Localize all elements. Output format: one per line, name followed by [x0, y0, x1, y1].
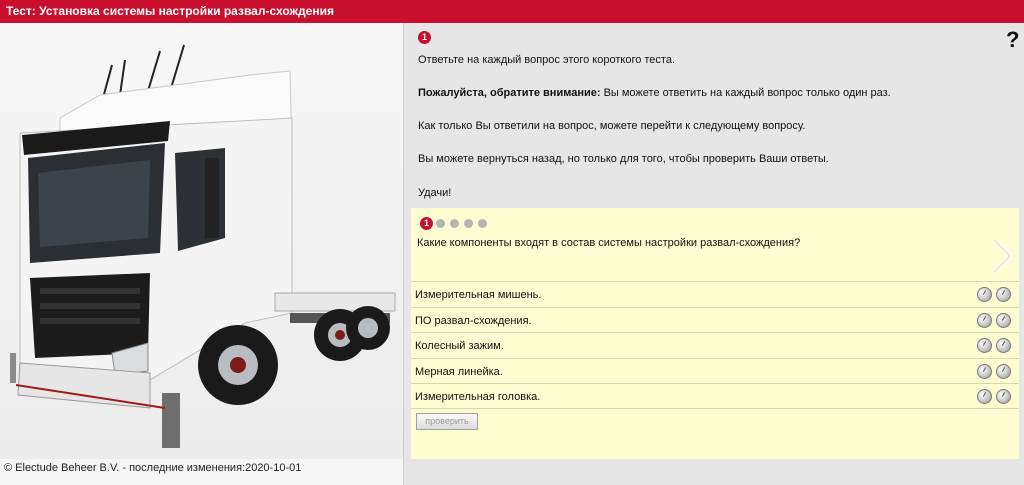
step-number-badge: 1	[418, 31, 431, 44]
answer-label: Измерительная мишень.	[415, 289, 542, 301]
test-content: 1 ? Ответьте на каждый вопрос этого коро…	[405, 23, 1024, 485]
window-title: Тест: Установка системы настройки развал…	[6, 4, 334, 18]
question-indicator[interactable]	[436, 219, 445, 228]
answer-incorrect-radio[interactable]	[996, 389, 1011, 405]
illustration-panel: © Electude Beheer B.V. - последние измен…	[0, 23, 404, 485]
answer-label: ПО развал-схождения.	[415, 314, 532, 327]
answer-row: ПО развал-схождения.	[411, 306, 1019, 333]
next-question-chevron-icon[interactable]	[988, 236, 1014, 276]
answer-correct-radio[interactable]	[977, 363, 992, 379]
truck-image	[0, 23, 403, 459]
answer-incorrect-radio[interactable]	[996, 363, 1011, 379]
window-title-bar: Тест: Установка системы настройки развал…	[0, 0, 1024, 23]
answer-correct-radio[interactable]	[977, 389, 992, 405]
question-indicator[interactable]	[478, 219, 487, 228]
help-icon[interactable]: ?	[1006, 27, 1019, 53]
answer-incorrect-radio[interactable]	[996, 312, 1011, 328]
question-text: Какие компоненты входят в состав системы…	[417, 237, 801, 249]
answer-row: Мерная линейка.	[411, 357, 1019, 384]
answer-label: Измерительная головка.	[415, 391, 541, 404]
answer-row: Измерительная головка.	[411, 383, 1019, 409]
answer-correct-radio[interactable]	[977, 338, 992, 354]
answer-incorrect-radio[interactable]	[996, 338, 1011, 354]
attention-text: Вы можете ответить на каждый вопрос толь…	[600, 87, 891, 99]
intro-line-5: Удачи!	[418, 187, 452, 199]
answer-correct-radio[interactable]	[977, 287, 992, 302]
current-question-badge: 1	[420, 217, 433, 230]
question-panel: 1 Какие компоненты входят в состав систе…	[411, 208, 1019, 459]
answer-row: Измерительная мишень.	[411, 281, 1019, 307]
answer-row: Колесный зажим.	[411, 332, 1019, 358]
intro-line-1: Ответьте на каждый вопрос этого коротког…	[418, 54, 676, 66]
attention-note: Пожалуйста, обратите внимание: Вы можете…	[418, 87, 891, 99]
answer-correct-radio[interactable]	[977, 312, 992, 328]
question-indicator[interactable]	[450, 219, 459, 228]
answer-label: Колесный зажим.	[415, 340, 504, 353]
answer-label: Мерная линейка.	[415, 365, 503, 378]
intro-line-3: Как только Вы ответили на вопрос, можете…	[418, 120, 806, 132]
copyright-footer: © Electude Beheer B.V. - последние измен…	[4, 462, 302, 474]
answer-incorrect-radio[interactable]	[996, 287, 1011, 302]
attention-label: Пожалуйста, обратите внимание:	[418, 87, 601, 99]
check-button[interactable]: проверить	[416, 413, 478, 430]
answer-list: Измерительная мишень. ПО развал-схождени…	[411, 281, 1019, 409]
question-indicator[interactable]	[464, 219, 473, 228]
intro-line-4: Вы можете вернуться назад, но только для…	[418, 153, 829, 165]
